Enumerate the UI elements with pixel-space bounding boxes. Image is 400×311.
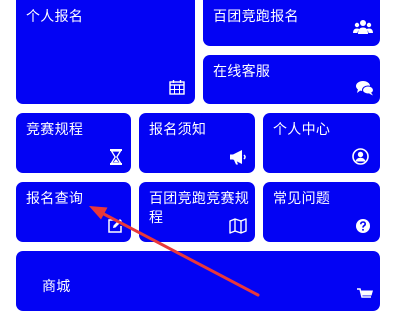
tile-faq-label: 常见问题 — [273, 191, 331, 207]
users-icon — [353, 20, 373, 34]
tile-notice[interactable]: 报名须知 — [139, 113, 255, 173]
user-circle-icon — [352, 148, 369, 165]
tile-shop-label: 商城 — [42, 279, 71, 295]
tile-notice-label: 报名须知 — [149, 122, 207, 138]
tile-faq[interactable]: 常见问题 — [263, 182, 380, 242]
tile-rules-label: 竞赛规程 — [26, 122, 84, 138]
tile-rules[interactable]: 竞赛规程 — [16, 113, 131, 173]
tile-team-rules[interactable]: 百团竞跑竞赛规程 — [139, 182, 255, 242]
tile-signup-query-label: 报名查询 — [26, 191, 84, 207]
tile-online-service-label: 在线客服 — [213, 64, 271, 80]
tile-personal-signup[interactable]: 个人报名 — [16, 0, 195, 104]
tile-personal-center-label: 个人中心 — [273, 122, 331, 138]
calendar-icon — [169, 80, 185, 95]
hourglass-icon — [110, 149, 122, 165]
tile-personal-center[interactable]: 个人中心 — [263, 113, 380, 173]
tile-team-signup-label: 百团竞跑报名 — [213, 9, 299, 25]
tile-signup-query[interactable]: 报名查询 — [16, 182, 131, 242]
cart-icon — [357, 288, 373, 298]
tile-team-signup[interactable]: 百团竞跑报名 — [203, 0, 380, 46]
edit-icon — [108, 219, 122, 233]
question-circle-icon — [356, 219, 370, 233]
megaphone-icon — [230, 150, 246, 165]
tile-shop[interactable]: 商城 — [16, 251, 380, 311]
tile-personal-signup-label: 个人报名 — [26, 9, 84, 25]
chat-icon — [356, 81, 374, 96]
map-icon — [229, 218, 247, 234]
tile-online-service[interactable]: 在线客服 — [203, 55, 380, 104]
